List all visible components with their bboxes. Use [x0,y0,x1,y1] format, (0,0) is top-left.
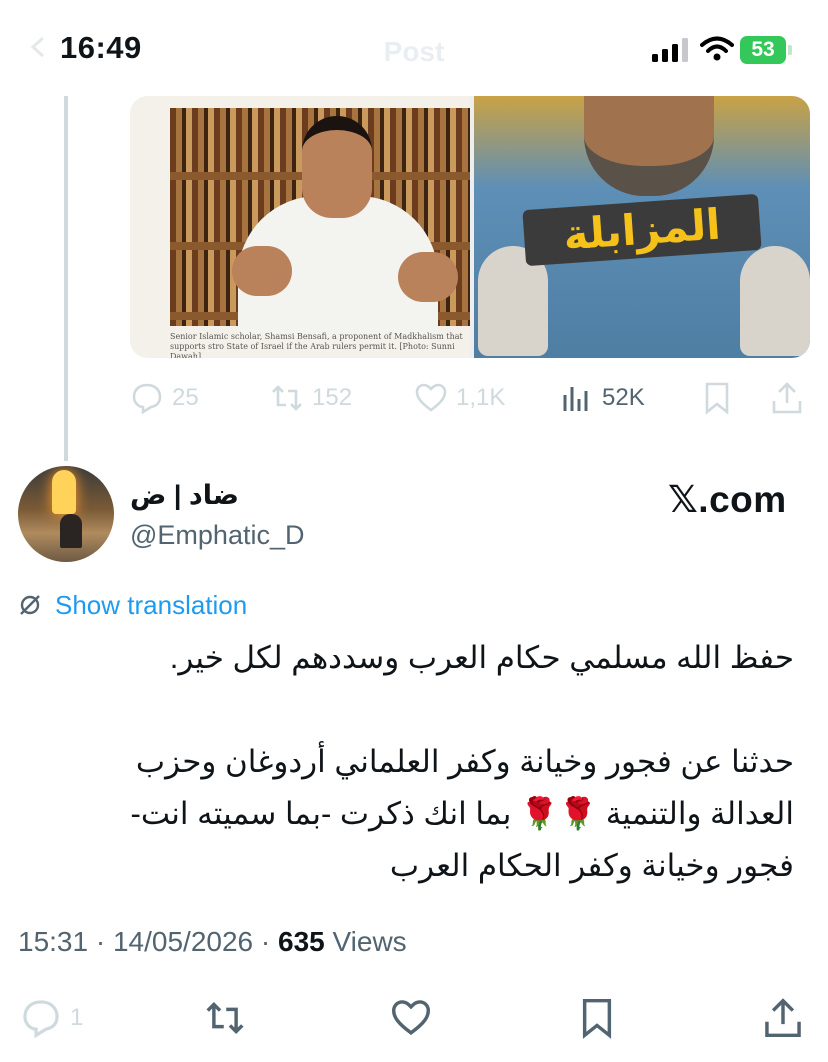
tweet-date[interactable]: 14/05/2026 [113,926,253,957]
like-icon [391,1000,431,1035]
tweet-meta: 15:31 · 14/05/2026 · 635 Views [18,926,407,957]
wifi-icon [700,36,734,61]
signal-icon [652,38,688,62]
photo-caption: Senior Islamic scholar, Shamsi Bensafi, … [170,332,463,358]
display-name[interactable]: ضاد | ض [130,480,239,511]
tweet-time[interactable]: 15:31 [18,926,88,957]
views-count: 52K [602,384,645,411]
thread-line [64,96,68,461]
avatar-flame [52,470,76,514]
reply-count: 25 [172,384,199,411]
tweet-line-1: حفظ الله مسلمي حكام العرب وسددهم لكل خير… [169,640,794,675]
like-count: 1,1K [456,384,506,411]
share-button[interactable] [770,380,804,416]
avatar-figure [60,514,82,548]
scholar-hand-left [232,246,292,296]
views-total[interactable]: 635 [278,926,325,957]
bookmark-icon [705,382,729,415]
like-icon [415,383,447,412]
bottom-like-button[interactable] [390,996,432,1040]
poster-title: المزابلة [522,193,762,267]
battery-icon: 53 [740,36,794,64]
repost-count: 152 [312,384,353,411]
bottom-share-button[interactable] [762,996,804,1040]
tweet-line-2: حدثنا عن فجور وخيانة وكفر العلماني أردوغ… [135,744,794,779]
views-label: Views [332,926,407,957]
x-watermark: 𝕏.com [668,479,787,520]
retweet-icon [206,1001,244,1035]
reply-icon [23,1000,59,1039]
bottom-bookmark-button[interactable] [576,996,618,1040]
bottom-reply-count: 1 [70,1004,84,1031]
retweet-icon [272,385,302,411]
reply-icon [132,383,162,415]
scholar-hand-right [398,252,458,302]
media-photo-poster[interactable]: المزابلة [474,96,810,358]
views-stat[interactable]: 52K [560,380,645,416]
media-photo-scholar[interactable]: Senior Islamic scholar, Shamsi Bensafi, … [130,96,470,358]
battery-level: 53 [751,38,775,61]
bottom-reply-button[interactable]: 1 [20,996,83,1040]
like-button[interactable]: 1,1K [414,380,505,416]
views-icon [563,387,588,411]
bookmark-icon [582,998,612,1039]
scholar-head [302,116,372,218]
poster-face [584,96,714,196]
share-icon [765,998,801,1038]
translate-icon [20,595,40,615]
puppet-right [740,246,810,356]
tweet-media[interactable]: Senior Islamic scholar, Shamsi Bensafi, … [130,96,810,358]
tweet-line-4: فجور وخيانة وكفر الحكام العرب [389,848,794,883]
show-translation-link[interactable]: Show translation [55,590,247,621]
reply-button[interactable]: 25 [130,380,199,416]
share-icon [772,382,802,414]
bottom-repost-button[interactable] [204,996,246,1040]
avatar[interactable] [18,466,114,562]
bookmark-button[interactable] [700,380,734,416]
tweet-text: حفظ الله مسلمي حكام العرب وسددهم لكل خير… [18,632,794,892]
repost-button[interactable]: 152 [270,380,352,416]
tweet-line-3: العدالة والتنمية 🌹🌹 بما انك ذكرت -بما سم… [130,796,794,831]
user-handle[interactable]: @Emphatic_D [130,520,304,551]
